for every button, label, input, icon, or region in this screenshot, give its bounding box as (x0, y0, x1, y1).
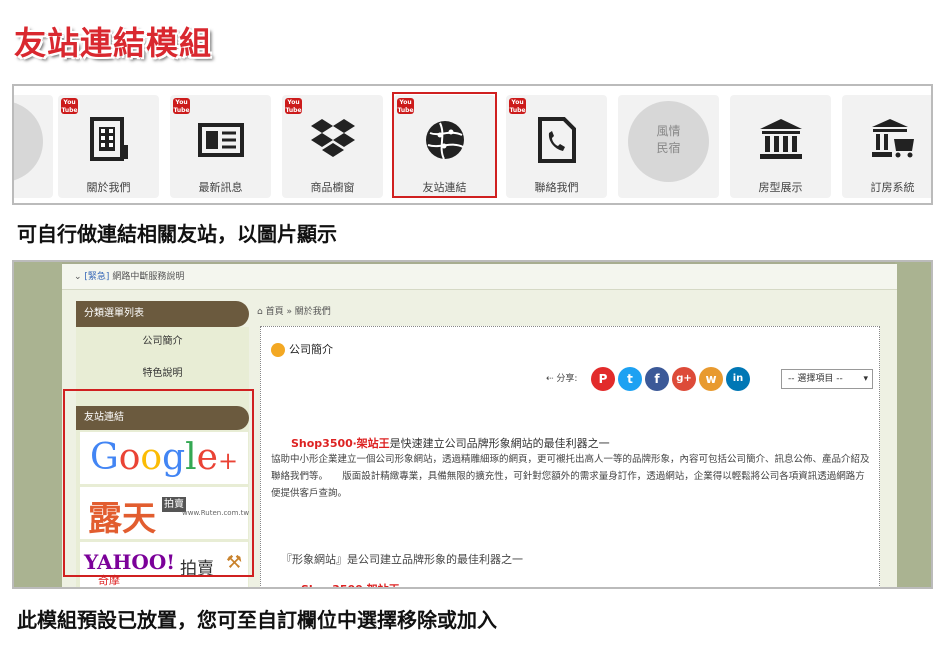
facebook-icon[interactable]: f (645, 367, 669, 391)
chevron-down-icon: ▾ (863, 374, 868, 384)
brand-line: Shop3500‧架站王 (301, 581, 400, 587)
bank-icon (760, 119, 802, 159)
tile-label: 聯絡我們 (534, 181, 579, 194)
announcement-bar[interactable]: ⌄ [緊急] 網路中斷服務說明 (62, 264, 897, 290)
tile-label: 房型展示 (758, 181, 803, 194)
sidebar-item-about[interactable]: 公司簡介 (76, 327, 249, 357)
caption-default: 此模組預設已放置，您可至自訂欄位中選擇移除或加入 (17, 608, 497, 632)
bank-cart-icon (872, 119, 914, 158)
announcement-tag: [緊急] (84, 272, 110, 282)
highlight-box-friends (392, 92, 497, 198)
tile-label: 最新訊息 (198, 181, 243, 194)
youtube-icon: You Tube (173, 98, 190, 114)
sidebar-item-features[interactable]: 特色說明 (76, 359, 249, 389)
dropbox-icon (311, 119, 355, 157)
phone-document-icon (538, 117, 576, 163)
caption-friends: 可自行做連結相關友站，以圖片顯示 (17, 222, 337, 246)
intro-headline: Shop3500‧架站王是快速建立公司品牌形象網站的最佳利器之一 (291, 437, 610, 450)
module-title: 友站連結模組 (14, 24, 213, 62)
weibo-icon[interactable]: w (699, 367, 723, 391)
background-left (14, 262, 62, 587)
content-title: 公司簡介 (271, 341, 333, 357)
youtube-icon: You Tube (61, 98, 78, 114)
tile-rooms[interactable]: 房型展示 (730, 95, 831, 198)
tile-about[interactable]: You Tube 關於我們 (58, 95, 159, 198)
partial-tile[interactable] (14, 95, 53, 198)
sidebar-header: 分類選單列表 (76, 301, 249, 327)
tile-label: 關於我們 (86, 181, 131, 194)
pinterest-icon[interactable]: P (591, 367, 615, 391)
tile-news[interactable]: You Tube 最新訊息 (170, 95, 271, 198)
background-right (895, 262, 931, 587)
tile-booking[interactable]: 訂房系統 (842, 95, 931, 198)
youtube-icon: You Tube (509, 98, 526, 114)
share-select[interactable]: -- 選擇項目 -- ▾ (781, 369, 873, 389)
google-plus-icon[interactable]: g+ (672, 367, 696, 391)
twitter-icon[interactable]: t (618, 367, 642, 391)
title-bullet-icon (271, 343, 285, 357)
content-panel: 公司簡介 ⇠ 分享: P t f g+ w in -- 選擇項目 -- ▾ Sho… (260, 326, 880, 587)
tile-bnb[interactable]: 風情 民宿 (618, 95, 719, 198)
tile-products[interactable]: You Tube 商品櫥窗 (282, 95, 383, 198)
breadcrumb[interactable]: ⌂ 首頁 » 關於我們 (257, 304, 331, 317)
building-document-icon (90, 117, 128, 161)
tile-contact[interactable]: You Tube 聯絡我們 (506, 95, 607, 198)
tile-label: 訂房系統 (870, 181, 915, 194)
youtube-icon: You Tube (285, 98, 302, 114)
tile-label: 商品櫥窗 (310, 181, 355, 194)
linkedin-icon[interactable]: in (726, 367, 750, 391)
share-label: ⇠ 分享: (546, 374, 578, 384)
newspaper-icon (198, 123, 244, 157)
announcement-text: 網路中斷服務說明 (112, 272, 185, 282)
bnb-circle-text: 風情 民宿 (628, 101, 709, 182)
subheading: 『形象網站』是公司建立品牌形象的最佳利器之一 (281, 553, 523, 566)
highlight-box-friend-links (63, 389, 254, 577)
intro-paragraph: 協助中小形企業建立一個公司形象網站，透過精雕細琢的網頁，更可襯托出高人一等的品牌… (271, 454, 870, 499)
